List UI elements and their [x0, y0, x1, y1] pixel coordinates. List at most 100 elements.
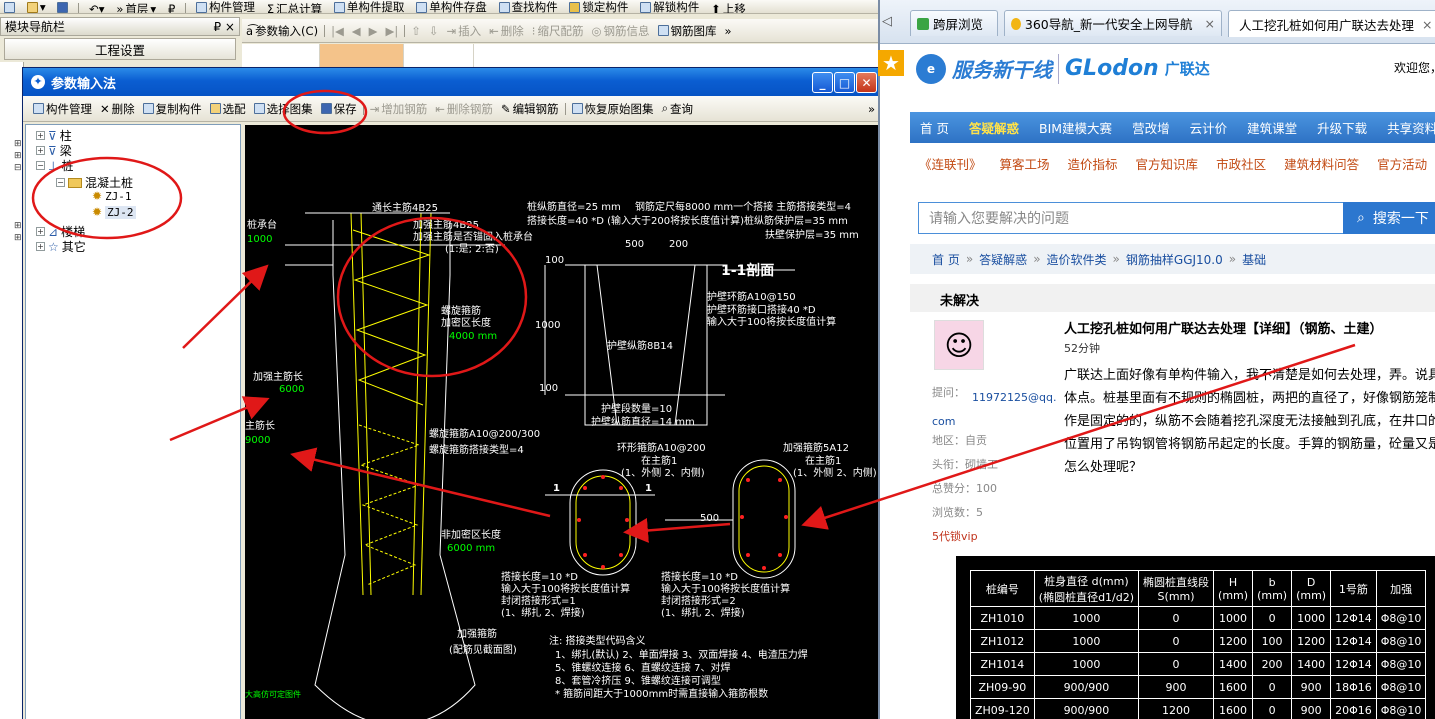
tabs-scroll-left-icon[interactable]: ◁	[882, 14, 892, 29]
new-file-icon[interactable]	[0, 0, 19, 13]
crumb-item[interactable]: 钢筋抽样GGJ10.0	[1126, 251, 1223, 268]
search-button[interactable]: ⌕ 搜索一下	[1343, 202, 1435, 234]
select-rebar-button[interactable]: 选配	[206, 102, 250, 116]
subnav-item[interactable]: 建筑材料问答	[1275, 154, 1368, 173]
component-mgmt-button[interactable]: 构件管理	[192, 0, 259, 13]
subnav-item[interactable]: 官方活动	[1368, 154, 1435, 173]
table-cell: 1400	[1291, 652, 1332, 676]
tab-favicon-icon	[1011, 17, 1021, 30]
tab-close-icon[interactable]: ×	[1205, 16, 1215, 31]
label: 编辑钢筋	[512, 101, 559, 116]
grid-cell-selected[interactable]	[320, 44, 404, 68]
unlock-component-button[interactable]: 解锁构件	[636, 0, 703, 13]
site-logo[interactable]: e 服务新干线 GLodon 广联达	[888, 46, 1210, 91]
tab-360-nav[interactable]: 360导航_新一代安全上网导航 ×	[1004, 10, 1222, 36]
cad-add-len: 加强主筋长	[253, 370, 303, 383]
move-up-button[interactable]: ⬆ 上移	[707, 2, 750, 14]
logo-mark-icon: e	[916, 53, 946, 84]
nav-qa[interactable]: 答疑解惑	[959, 118, 1029, 137]
nav-pin-close-icon[interactable]: ₽ ×	[213, 20, 235, 34]
crumb-item[interactable]: 基础	[1242, 251, 1266, 268]
save-button[interactable]: 保存	[317, 102, 361, 116]
crumb-item[interactable]: 答疑解惑	[979, 251, 1027, 268]
copy-component-button[interactable]: 复制构件	[139, 102, 206, 116]
nav-home[interactable]: 首 页	[910, 118, 959, 137]
views: 浏览数：5	[932, 506, 983, 519]
crumb-item[interactable]: 首 页	[932, 251, 960, 268]
summary-calc-button[interactable]: Σ 汇总计算	[263, 2, 326, 14]
floor-select[interactable]: » 首层 ▾	[112, 2, 160, 14]
project-settings-button[interactable]: 工程设置	[4, 38, 236, 60]
single-extract-button[interactable]: 单构件提取	[330, 0, 409, 13]
search-input[interactable]: 请输入您要解决的问题	[918, 202, 1344, 234]
nav-expand-icons[interactable]: ⊞ ⊞ ⊟	[14, 138, 22, 174]
subnav-item[interactable]: 《连联刊》	[910, 154, 991, 173]
query-button[interactable]: ⌕ 查询	[658, 101, 697, 116]
nav-expand-icons-2[interactable]: ⊞ ⊞	[14, 220, 22, 244]
tab-close-icon[interactable]: ×	[1422, 17, 1432, 32]
nav-cloud[interactable]: 云计价	[1180, 118, 1238, 137]
tree-node-zj1[interactable]: ✹ ZJ-1	[92, 189, 132, 203]
more-icon[interactable]: »	[864, 102, 879, 116]
subnav-item[interactable]: 市政社区	[1207, 154, 1275, 173]
tree-node-zj2[interactable]: ✹ ZJ-2	[92, 205, 136, 219]
label: ZJ-2	[105, 205, 136, 219]
avatar[interactable]: ☺	[934, 320, 984, 370]
undo-icon[interactable]: ↶▾	[85, 2, 108, 14]
subnav-item[interactable]: 官方知识库	[1127, 154, 1208, 173]
down-icon[interactable]: ⇩	[425, 24, 443, 38]
subnav-item[interactable]: 造价指标	[1059, 154, 1127, 173]
dialog-titlebar[interactable]: ✦ 参数输入法	[23, 68, 879, 96]
insert-button[interactable]: ⇥ 插入	[443, 24, 486, 38]
last-icon[interactable]: ▶|	[382, 24, 403, 38]
remove-rebar-button[interactable]: ⇤ 删除钢筋	[431, 102, 497, 116]
tab-active-question[interactable]: 人工挖孔桩如何用广联达去处理 ×	[1228, 10, 1435, 37]
first-icon[interactable]: |◀	[327, 24, 348, 38]
nav-share[interactable]: 共享资料	[1377, 118, 1435, 137]
nav-classroom[interactable]: 建筑课堂	[1237, 118, 1307, 137]
select-atlas-button[interactable]: 选择图集	[250, 102, 317, 116]
component-mgmt-button[interactable]: 构件管理	[29, 102, 96, 116]
asker-link[interactable]: 11972125@qq.com	[932, 386, 1062, 434]
maximize-button[interactable]: □	[834, 72, 855, 93]
single-save-button[interactable]: 单构件存盘	[412, 0, 491, 13]
open-file-icon[interactable]: ▾	[23, 0, 50, 13]
pin-icon[interactable]: ₽	[164, 2, 179, 14]
delete-button[interactable]: ✕ 删除	[96, 102, 139, 116]
nav-download[interactable]: 升级下载	[1307, 118, 1377, 137]
grid-cell[interactable]	[242, 44, 320, 68]
crumb-item[interactable]: 造价软件类	[1047, 251, 1107, 268]
brand-divider	[1058, 53, 1059, 84]
find-component-button[interactable]: 查找构件	[495, 0, 562, 13]
more-icon[interactable]: »	[721, 24, 736, 38]
gear-icon: ✹	[92, 205, 103, 219]
tree-node-pile[interactable]: − ⊥ 桩	[36, 157, 73, 174]
label: 复制构件	[155, 101, 202, 116]
tree-node-other[interactable]: + ☆ 其它	[36, 238, 86, 255]
table-header-cell: b (mm)	[1252, 570, 1293, 607]
edit-rebar-button[interactable]: ✎ 编辑钢筋	[497, 102, 563, 116]
rebar-lib-button[interactable]: 钢筋图库	[654, 24, 721, 38]
rebar-info-button[interactable]: ◎ 钢筋信息	[587, 24, 653, 38]
delete-row-button[interactable]: ⇤ 删除	[485, 24, 528, 38]
up-icon[interactable]: ⇧	[407, 24, 425, 38]
cad-drawing[interactable]: 桩纵筋直径=25 mm 钢筋定尺每8000 mm一个搭接 主筋搭接类型=4 搭接…	[245, 125, 879, 719]
close-button[interactable]: ✕	[856, 72, 877, 93]
restore-atlas-button[interactable]: 恢复原始图集	[568, 102, 658, 116]
add-rebar-button[interactable]: ⇥ 增加钢筋	[366, 102, 432, 116]
save-file-icon[interactable]	[53, 0, 72, 13]
table-cell: 900	[1138, 675, 1215, 699]
prev-icon[interactable]: ◀	[348, 24, 365, 38]
nav-vat[interactable]: 营改增	[1122, 118, 1180, 137]
lock-component-button[interactable]: 锁定构件	[565, 0, 632, 13]
grid-cell[interactable]	[404, 44, 474, 68]
nav-bim[interactable]: BIM建模大赛	[1029, 118, 1122, 137]
cad-spiral-enc-len: 4000 mm	[449, 331, 497, 342]
minimize-button[interactable]: _	[812, 72, 833, 93]
zoom-rebar-button[interactable]: ⁝ 缩尺配筋	[528, 24, 588, 38]
table-row: ZH09-90 900/900 900 1600 0 900 18Φ16 Φ8@10	[970, 675, 1427, 699]
next-icon[interactable]: ▶	[365, 24, 382, 38]
tab-cross-screen[interactable]: 跨屏浏览	[910, 10, 998, 36]
param-input-button[interactable]: a͡ 参数输入(C)	[242, 24, 322, 38]
subnav-item[interactable]: 算客工场	[991, 154, 1059, 173]
